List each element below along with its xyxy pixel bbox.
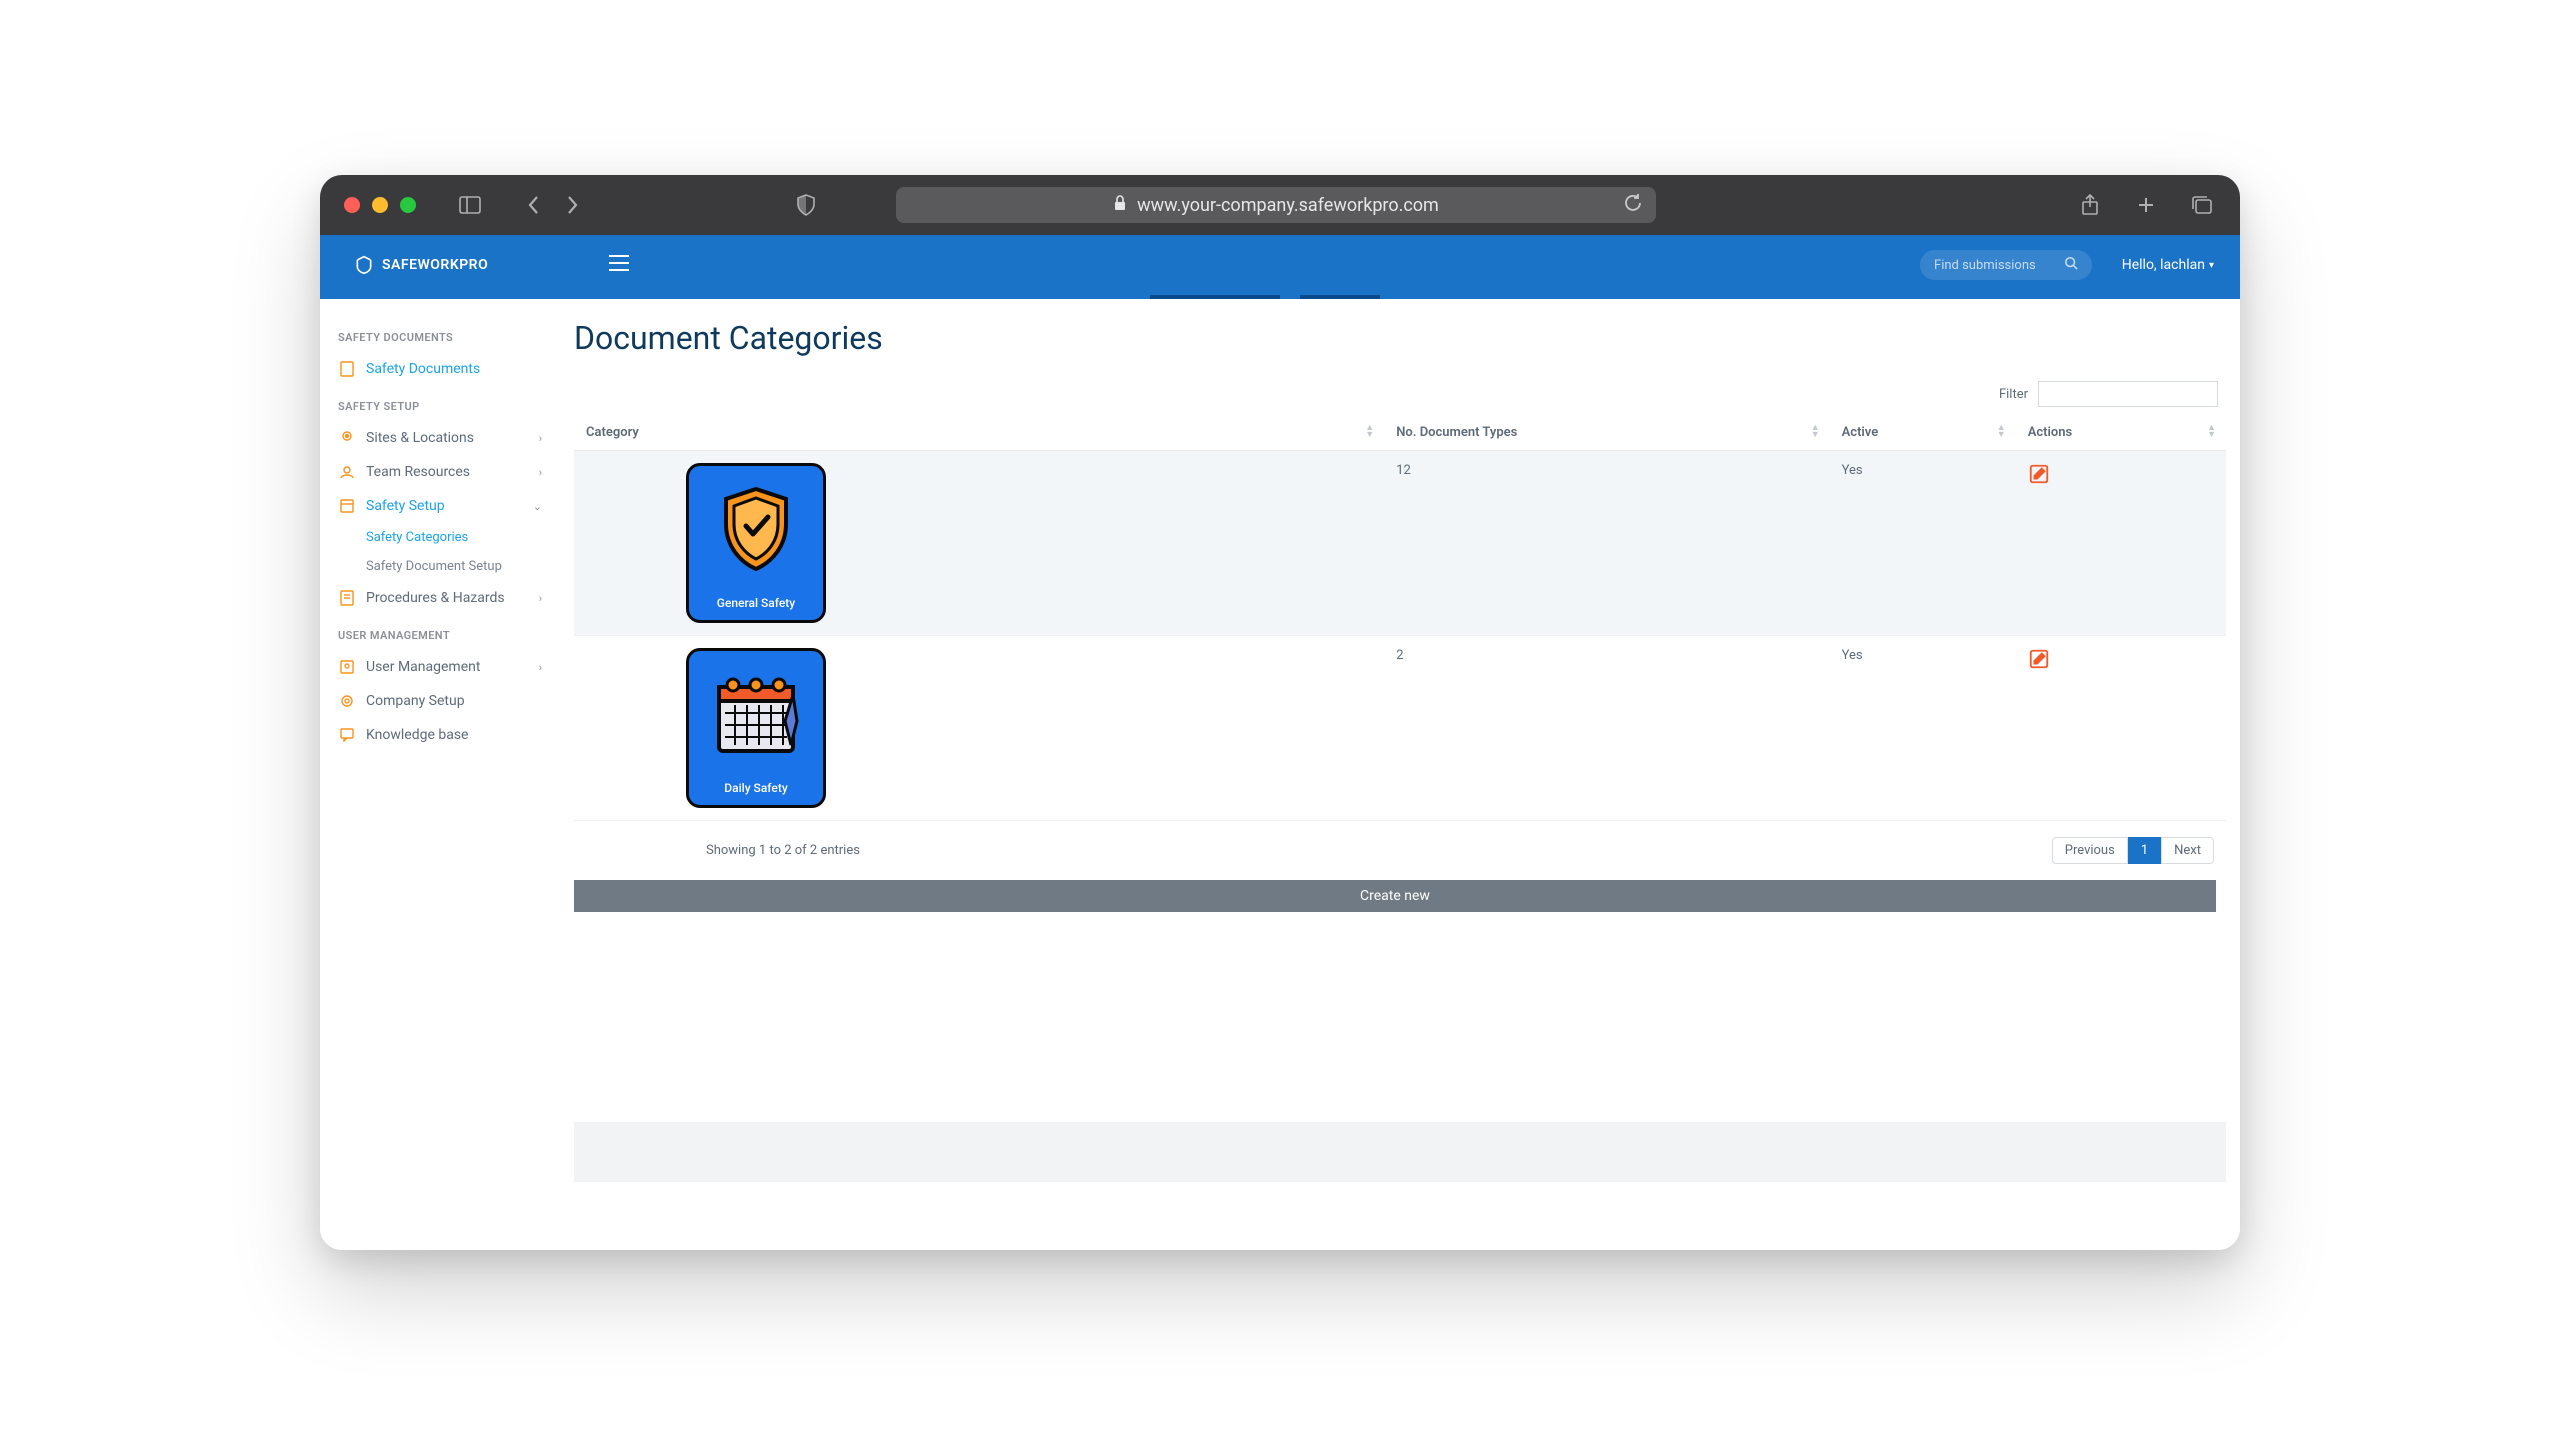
table-footer: Showing 1 to 2 of 2 entries Previous 1 N… [574,821,2226,874]
create-new-button[interactable]: Create new [574,880,2216,912]
new-tab-icon[interactable] [2132,191,2160,219]
pagination: Previous 1 Next [2052,837,2214,864]
chevron-right-icon: › [539,432,542,445]
filter-input[interactable] [2038,381,2218,407]
category-label: Daily Safety [724,781,787,795]
cell-doc-types: 12 [1384,451,1829,636]
filter-label: Filter [1999,387,2028,402]
pager-next-button[interactable]: Next [2161,837,2214,864]
user-icon [338,660,356,674]
document-icon [338,361,356,377]
chat-icon [338,728,356,742]
brand-name: SAFEWORKPRO [382,257,488,273]
entries-text: Showing 1 to 2 of 2 entries [706,843,860,858]
app-header: SAFEWORKPRO Find submissions Hello, lach… [320,235,2240,295]
sidebar-item-knowledge-base[interactable]: Knowledge base [320,718,560,752]
pin-icon [338,430,356,446]
column-header-category[interactable]: Category▲▼ [574,415,1384,451]
search-icon [2064,256,2078,274]
sidebar-item-label: User Management [366,659,480,675]
calendar-icon [711,669,801,759]
sidebar-item-label: Knowledge base [366,727,468,743]
sidebar-section-label: SAFETY DOCUMENTS [320,317,560,352]
sort-icon: ▲▼ [1365,425,1374,439]
browser-forward-button[interactable] [558,191,586,219]
sidebar-item-user-management[interactable]: User Management › [320,650,560,684]
sidebar-subitem-safety-categories[interactable]: Safety Categories [320,523,560,552]
user-greeting[interactable]: Hello, lachlan ▾ [2122,257,2214,273]
header-accent [320,295,2240,299]
column-header-doc-types[interactable]: No. Document Types▲▼ [1384,415,1829,451]
sidebar-item-company-setup[interactable]: Company Setup [320,684,560,718]
pager-page-1-button[interactable]: 1 [2128,837,2161,864]
cell-active: Yes [1830,451,2016,636]
chevron-down-icon: ⌄ [533,500,542,513]
column-header-actions[interactable]: Actions▲▼ [2016,415,2226,451]
address-bar[interactable]: www.your-company.safeworkpro.com [896,187,1656,223]
filter-row: Filter [574,381,2226,407]
minimize-window-button[interactable] [372,197,388,213]
window-controls [344,197,416,213]
sidebar-item-team-resources[interactable]: Team Resources › [320,455,560,489]
footer-area [574,1122,2226,1182]
sidebar-toggle-icon[interactable] [456,191,484,219]
menu-toggle-button[interactable] [608,254,630,276]
main-content: Document Categories Filter Category▲▼ No… [560,299,2240,1250]
edit-button[interactable] [2028,474,2050,489]
cell-active: Yes [1830,636,2016,821]
sidebar-item-label: Safety Documents [366,361,480,377]
sort-icon: ▲▼ [2207,425,2216,439]
browser-window: www.your-company.safeworkpro.com SAFEWOR… [320,175,2240,1250]
edit-button[interactable] [2028,659,2050,674]
sidebar-section-label: USER MANAGEMENT [320,615,560,650]
sidebar-item-label: Company Setup [366,693,465,709]
gear-icon [338,694,356,708]
page-title: Document Categories [574,319,2226,357]
sidebar-subitem-safety-document-setup[interactable]: Safety Document Setup [320,552,560,581]
shield-icon [711,484,801,574]
category-label: General Safety [717,596,795,610]
sidebar-item-label: Procedures & Hazards [366,590,505,606]
chevron-down-icon: ▾ [2209,260,2214,271]
sort-icon: ▲▼ [1811,425,1820,439]
brand-logo[interactable]: SAFEWORKPRO [354,255,488,275]
sidebar-item-label: Team Resources [366,464,470,480]
url-text: www.your-company.safeworkpro.com [1137,195,1439,216]
chevron-right-icon: › [539,661,542,674]
cell-doc-types: 2 [1384,636,1829,821]
reload-icon[interactable] [1624,194,1642,217]
privacy-shield-icon[interactable] [792,191,820,219]
team-icon [338,465,356,479]
sidebar-item-label: Safety Setup [366,498,445,514]
share-icon[interactable] [2076,191,2104,219]
category-card-general-safety[interactable]: General Safety [686,463,826,623]
table-row: General Safety 12 Yes [574,451,2226,636]
chevron-right-icon: › [539,466,542,479]
search-placeholder: Find submissions [1934,258,2036,273]
categories-table: Category▲▼ No. Document Types▲▼ Active▲▼… [574,415,2226,821]
sidebar-item-procedures-hazards[interactable]: Procedures & Hazards › [320,581,560,615]
sidebar-section-label: SAFETY SETUP [320,386,560,421]
pager-previous-button[interactable]: Previous [2052,837,2128,864]
browser-back-button[interactable] [520,191,548,219]
sidebar-item-label: Sites & Locations [366,430,474,446]
sidebar: SAFETY DOCUMENTS Safety Documents SAFETY… [320,299,560,1250]
category-card-daily-safety[interactable]: Daily Safety [686,648,826,808]
sidebar-item-sites-locations[interactable]: Sites & Locations › [320,421,560,455]
chevron-right-icon: › [539,592,542,605]
table-row: Daily Safety 2 Yes [574,636,2226,821]
search-input[interactable]: Find submissions [1920,250,2092,280]
sidebar-item-safety-documents[interactable]: Safety Documents [320,352,560,386]
column-header-active[interactable]: Active▲▼ [1830,415,2016,451]
maximize-window-button[interactable] [400,197,416,213]
setup-icon [338,499,356,513]
sort-icon: ▲▼ [1997,425,2006,439]
sidebar-item-safety-setup[interactable]: Safety Setup ⌄ [320,489,560,523]
tabs-icon[interactable] [2188,191,2216,219]
close-window-button[interactable] [344,197,360,213]
lock-icon [1113,195,1127,215]
hazard-icon [338,590,356,606]
browser-chrome: www.your-company.safeworkpro.com [320,175,2240,235]
spacer [574,912,2226,1112]
